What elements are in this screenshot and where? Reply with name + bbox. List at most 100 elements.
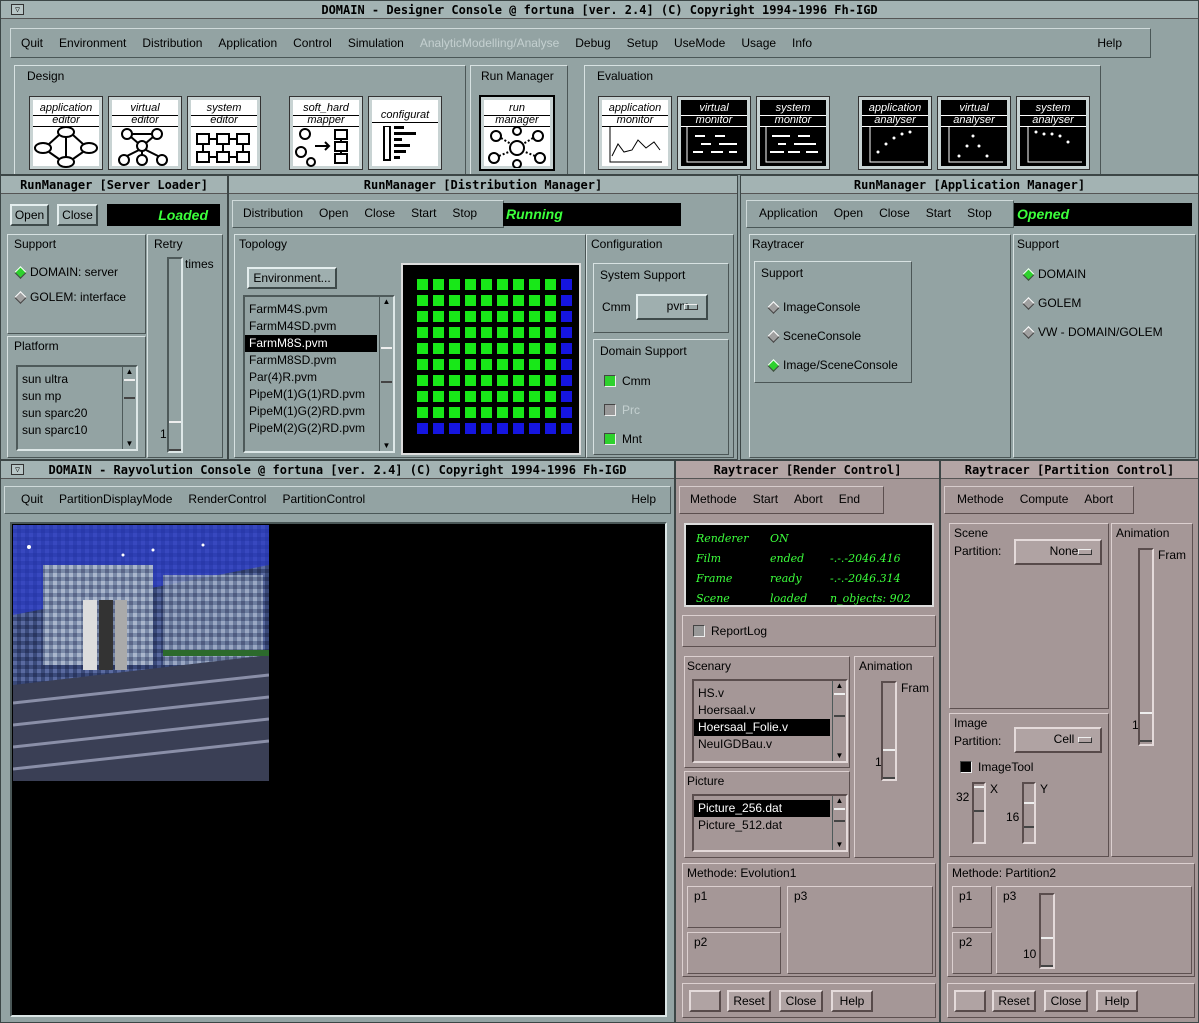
radio-domain-server[interactable]: DOMAIN: server bbox=[14, 265, 118, 279]
list-item[interactable]: Hoersaal.v bbox=[694, 702, 830, 719]
reset-button[interactable]: Reset bbox=[727, 990, 771, 1012]
list-item[interactable]: FarmM8SD.pvm bbox=[245, 352, 377, 369]
checkbox-mnt[interactable]: Mnt bbox=[604, 432, 642, 446]
scroll-thumb[interactable] bbox=[381, 347, 392, 383]
scroll-thumb[interactable] bbox=[834, 808, 845, 822]
menu-open[interactable]: Open bbox=[311, 201, 356, 227]
checkbox-imagetool[interactable]: ImageTool bbox=[960, 760, 1033, 774]
image-partition-dropdown[interactable]: Cell bbox=[1014, 727, 1102, 753]
slider-thumb[interactable] bbox=[974, 786, 984, 812]
system-monitor-tool[interactable]: system monitor bbox=[756, 96, 830, 170]
list-item[interactable]: PipeM(1)G(2)RD.pvm bbox=[245, 403, 377, 420]
animation-slider[interactable] bbox=[1138, 548, 1154, 746]
menu-abort[interactable]: Abort bbox=[1076, 487, 1121, 513]
menu-application[interactable]: Application bbox=[210, 31, 285, 57]
slider-thumb[interactable] bbox=[1024, 802, 1034, 828]
menu-methode[interactable]: Methode bbox=[682, 487, 745, 513]
list-item[interactable]: Picture_512.dat bbox=[694, 817, 830, 834]
list-item[interactable]: NeuIGDBau.v bbox=[694, 736, 830, 753]
list-item[interactable]: FarmM8S.pvm bbox=[245, 335, 377, 352]
menu-abort[interactable]: Abort bbox=[786, 487, 831, 513]
menu-methode[interactable]: Methode bbox=[949, 487, 1012, 513]
window-menu-icon[interactable]: ▽ bbox=[11, 464, 24, 475]
close-button[interactable]: Close bbox=[779, 990, 823, 1012]
list-item[interactable]: sun ultra bbox=[18, 371, 136, 388]
x-slider[interactable] bbox=[972, 782, 986, 844]
environment-button[interactable]: Environment... bbox=[247, 267, 337, 289]
p3-slider[interactable] bbox=[1039, 893, 1055, 969]
virtual-monitor-tool[interactable]: virtual monitor bbox=[677, 96, 751, 170]
radio-image-sceneconsole[interactable]: Image/SceneConsole bbox=[767, 358, 898, 372]
scroll-thumb[interactable] bbox=[124, 379, 135, 399]
list-item[interactable]: Par(4)R.pvm bbox=[245, 369, 377, 386]
menu-partition-control[interactable]: PartitionControl bbox=[274, 487, 373, 513]
scrollbar[interactable]: ▲ ▼ bbox=[832, 796, 846, 850]
menu-render-control[interactable]: RenderControl bbox=[180, 487, 274, 513]
picture-list[interactable]: Picture_256.dat Picture_512.dat ▲ ▼ bbox=[692, 794, 848, 852]
list-item[interactable]: Hoersaal_Folie.v bbox=[694, 719, 830, 736]
menu-environment[interactable]: Environment bbox=[51, 31, 134, 57]
scroll-up-icon[interactable]: ▲ bbox=[123, 367, 136, 377]
topology-file-list[interactable]: FarmM4S.pvm FarmM4SD.pvm FarmM8S.pvm FarmM8… bbox=[243, 295, 395, 453]
menu-stop[interactable]: Stop bbox=[959, 201, 1000, 227]
scroll-thumb[interactable] bbox=[834, 693, 845, 717]
slider-thumb[interactable] bbox=[1041, 937, 1053, 967]
menu-close[interactable]: Close bbox=[871, 201, 918, 227]
checkbox-reportlog[interactable]: ReportLog bbox=[693, 624, 767, 638]
menu-distribution[interactable]: Distribution bbox=[235, 201, 311, 227]
menu-close[interactable]: Close bbox=[356, 201, 403, 227]
radio-vw-domain-golem[interactable]: VW - DOMAIN/GOLEM bbox=[1022, 325, 1163, 339]
menu-help[interactable]: Help bbox=[1089, 31, 1130, 55]
list-item[interactable]: HS.v bbox=[694, 685, 830, 702]
menu-start[interactable]: Start bbox=[403, 201, 444, 227]
menu-quit[interactable]: Quit bbox=[13, 31, 51, 57]
scrollbar[interactable]: ▲ ▼ bbox=[832, 681, 846, 761]
scroll-up-icon[interactable]: ▲ bbox=[380, 297, 393, 307]
platform-list[interactable]: sun ultra sun mp sun sparc20 sun sparc10… bbox=[16, 365, 138, 451]
scroll-down-icon[interactable]: ▼ bbox=[833, 840, 846, 850]
configuration-tool[interactable]: configurat bbox=[368, 96, 442, 170]
scroll-up-icon[interactable]: ▲ bbox=[833, 681, 846, 691]
system-analyser-tool[interactable]: system analyser bbox=[1016, 96, 1090, 170]
scroll-down-icon[interactable]: ▼ bbox=[380, 441, 393, 451]
list-item[interactable]: Picture_256.dat bbox=[694, 800, 830, 817]
slider-thumb[interactable] bbox=[1140, 712, 1152, 742]
menu-end[interactable]: End bbox=[831, 487, 868, 513]
soft-hard-mapper-tool[interactable]: soft_hard mapper bbox=[289, 96, 363, 170]
window-menu-icon[interactable]: ▽ bbox=[11, 4, 24, 15]
help-button[interactable]: Help bbox=[1096, 990, 1138, 1012]
blank-button[interactable] bbox=[954, 990, 986, 1012]
scenary-list[interactable]: HS.v Hoersaal.v Hoersaal_Folie.v NeuIGDBau.… bbox=[692, 679, 848, 763]
menu-control[interactable]: Control bbox=[285, 31, 340, 57]
radio-golem[interactable]: GOLEM bbox=[1022, 296, 1081, 310]
list-item[interactable]: FarmM4SD.pvm bbox=[245, 318, 377, 335]
list-item[interactable]: sun sparc20 bbox=[18, 405, 136, 422]
menu-usage[interactable]: Usage bbox=[733, 31, 784, 57]
menu-distribution[interactable]: Distribution bbox=[134, 31, 210, 57]
cmm-dropdown[interactable]: pvm bbox=[636, 294, 708, 320]
virtual-analyser-tool[interactable]: virtual analyser bbox=[937, 96, 1011, 170]
virtual-editor-tool[interactable]: virtual editor bbox=[108, 96, 182, 170]
render-canvas[interactable] bbox=[10, 522, 667, 1017]
scroll-up-icon[interactable]: ▲ bbox=[833, 796, 846, 806]
radio-sceneconsole[interactable]: SceneConsole bbox=[767, 329, 861, 343]
menu-debug[interactable]: Debug bbox=[567, 31, 618, 57]
scroll-down-icon[interactable]: ▼ bbox=[123, 439, 136, 449]
scroll-down-icon[interactable]: ▼ bbox=[833, 751, 846, 761]
menu-simulation[interactable]: Simulation bbox=[340, 31, 412, 57]
radio-imageconsole[interactable]: ImageConsole bbox=[767, 300, 860, 314]
application-analyser-tool[interactable]: application analyser bbox=[858, 96, 932, 170]
animation-slider[interactable] bbox=[881, 681, 897, 781]
close-button[interactable]: Close bbox=[57, 204, 98, 226]
close-button[interactable]: Close bbox=[1044, 990, 1088, 1012]
retry-slider[interactable] bbox=[167, 257, 183, 453]
menu-open[interactable]: Open bbox=[826, 201, 871, 227]
system-editor-tool[interactable]: system editor bbox=[187, 96, 261, 170]
menu-start[interactable]: Start bbox=[918, 201, 959, 227]
menu-usemode[interactable]: UseMode bbox=[666, 31, 733, 57]
help-button[interactable]: Help bbox=[831, 990, 873, 1012]
list-item[interactable]: PipeM(2)G(2)RD.pvm bbox=[245, 420, 377, 437]
radio-domain[interactable]: DOMAIN bbox=[1022, 267, 1086, 281]
scrollbar[interactable]: ▲ ▼ bbox=[379, 297, 393, 451]
list-item[interactable]: sun mp bbox=[18, 388, 136, 405]
